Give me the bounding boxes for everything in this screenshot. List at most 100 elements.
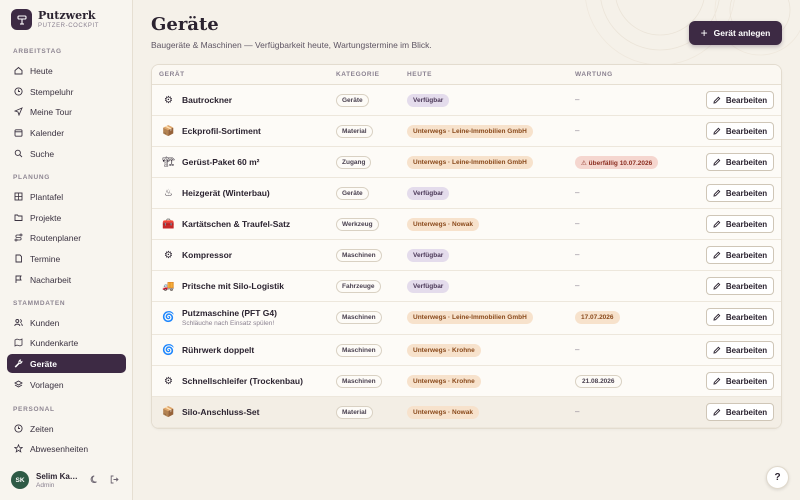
section-label-arbeitstag: ARBEITSTAG bbox=[13, 48, 62, 55]
maintenance-value: – bbox=[575, 126, 580, 135]
edit-button[interactable]: Bearbeiten bbox=[706, 403, 774, 421]
table-row[interactable]: 🧰 Kartätschen & Traufel-Satz Werkzeug Unter… bbox=[152, 209, 781, 240]
devices-table: GERÄT KATEGORIE HEUTE WARTUNG ⚙ Bautrockn… bbox=[151, 64, 782, 429]
sidebar-item-label: Plantafel bbox=[30, 191, 64, 202]
map-icon bbox=[14, 338, 23, 347]
edit-button[interactable]: Bearbeiten bbox=[706, 308, 774, 326]
category-badge: Zugang bbox=[336, 156, 372, 169]
table-row[interactable]: ⚙ Kompressor Maschinen Verfügbar – Bearbeiten bbox=[152, 240, 781, 271]
table-row[interactable]: 🌀 Rührwerk doppelt Maschinen Unterwegs · Kr… bbox=[152, 335, 781, 366]
table-row[interactable]: 🚚 Pritsche mit Silo-Logistik Fahrzeuge Verf… bbox=[152, 271, 781, 302]
main-content: Geräte Baugeräte & Maschinen — Verfügbar… bbox=[133, 0, 800, 500]
table-row[interactable]: 🌀 Putzmaschine (PFT G4) Schläuche nach Ein… bbox=[152, 302, 781, 335]
edit-button[interactable]: Bearbeiten bbox=[706, 341, 774, 359]
brand-name: Putzwerk bbox=[38, 9, 96, 22]
pencil-icon bbox=[713, 220, 721, 228]
dark-mode-toggle[interactable] bbox=[87, 473, 101, 487]
sidebar-item-vorlagen[interactable]: Vorlagen bbox=[7, 375, 126, 394]
sidebar-item-label: Routenplaner bbox=[30, 232, 82, 243]
pencil-icon bbox=[713, 251, 721, 259]
edit-button[interactable]: Bearbeiten bbox=[706, 246, 774, 264]
edit-button[interactable]: Bearbeiten bbox=[706, 215, 774, 233]
table-row[interactable]: 📦 Eckprofil-Sortiment Material Unterwegs · … bbox=[152, 116, 781, 147]
spiral-icon: 🌀 bbox=[162, 345, 175, 356]
column-header-category[interactable]: KATEGORIE bbox=[336, 71, 380, 78]
sidebar-item-kundenkarte[interactable]: Kundenkarte bbox=[7, 333, 126, 352]
plus-icon: + bbox=[700, 26, 708, 40]
box-icon: 📦 bbox=[162, 407, 175, 418]
status-badge: Unterwegs · Leine-Immobilien GmbH bbox=[407, 125, 533, 138]
section-label-planung: PLANUNG bbox=[13, 174, 51, 181]
section-label-personal: PERSONAL bbox=[13, 406, 55, 413]
add-device-button[interactable]: + Gerät anlegen bbox=[689, 21, 782, 45]
category-badge: Material bbox=[336, 406, 373, 419]
edit-button[interactable]: Bearbeiten bbox=[706, 184, 774, 202]
status-badge: Unterwegs · Nowak bbox=[407, 406, 479, 419]
sidebar-item-kunden[interactable]: Kunden bbox=[7, 313, 126, 332]
table-row[interactable]: ⚙ Schnellschleifer (Trockenbau) Maschinen U… bbox=[152, 366, 781, 397]
pencil-icon bbox=[713, 377, 721, 385]
pencil-icon bbox=[713, 313, 721, 321]
sidebar-item-geraete[interactable]: Geräte bbox=[7, 354, 126, 373]
sidebar-item-termine[interactable]: Termine bbox=[7, 249, 126, 268]
sidebar-item-meine-tour[interactable]: Meine Tour bbox=[7, 102, 126, 121]
pencil-icon bbox=[713, 189, 721, 197]
maintenance-value: – bbox=[575, 188, 580, 197]
sidebar-item-label: Kalender bbox=[30, 127, 65, 138]
table-row[interactable]: ⚙ Bautrockner Geräte Verfügbar – Bearbeiten bbox=[152, 85, 781, 116]
category-badge: Material bbox=[336, 125, 373, 138]
sidebar-item-label: Projekte bbox=[30, 212, 62, 223]
sidebar-item-nacharbeit[interactable]: Nacharbeit bbox=[7, 270, 126, 289]
sidebar-item-plantafel[interactable]: Plantafel bbox=[7, 187, 126, 206]
sidebar-item-label: Heute bbox=[30, 65, 53, 76]
edit-button[interactable]: Bearbeiten bbox=[706, 91, 774, 109]
sidebar-item-suche[interactable]: Suche bbox=[7, 144, 126, 163]
logout-button[interactable] bbox=[107, 473, 121, 487]
sidebar-item-label: Stempeluhr bbox=[30, 86, 74, 97]
help-button[interactable]: ? bbox=[766, 466, 789, 489]
avatar[interactable]: SK bbox=[11, 471, 29, 489]
user-menu: SK Selim Ka… Admin bbox=[11, 470, 126, 490]
home-icon bbox=[14, 66, 23, 75]
sidebar-item-heute[interactable]: Heute bbox=[7, 61, 126, 80]
edit-button[interactable]: Bearbeiten bbox=[706, 122, 774, 140]
navigation-icon bbox=[14, 107, 23, 116]
spiral-icon: 🌀 bbox=[162, 312, 175, 323]
maintenance-value: – bbox=[575, 281, 580, 290]
clock-icon bbox=[14, 424, 23, 433]
table-row[interactable]: 🏗 Gerüst-Paket 60 m² Zugang Unterwegs · Lei… bbox=[152, 147, 781, 178]
sidebar-item-kalender[interactable]: Kalender bbox=[7, 123, 126, 142]
status-badge: Unterwegs · Leine-Immobilien GmbH bbox=[407, 156, 533, 169]
maintenance-value: – bbox=[575, 95, 580, 104]
edit-button[interactable]: Bearbeiten bbox=[706, 277, 774, 295]
sidebar-item-label: Zeiten bbox=[30, 423, 54, 434]
edit-button[interactable]: Bearbeiten bbox=[706, 372, 774, 390]
sidebar-item-projekte[interactable]: Projekte bbox=[7, 208, 126, 227]
compressor-icon: ⚙ bbox=[164, 250, 173, 261]
sidebar-item-zeiten[interactable]: Zeiten bbox=[7, 419, 126, 438]
column-header-device[interactable]: GERÄT bbox=[159, 71, 185, 78]
brand[interactable]: Putzwerk PUTZER-COCKPIT bbox=[11, 9, 99, 30]
edit-button-label: Bearbeiten bbox=[725, 345, 768, 355]
device-name: Kartätschen & Traufel-Satz bbox=[182, 219, 291, 229]
sidebar-item-stempeluhr[interactable]: Stempeluhr bbox=[7, 82, 126, 101]
pencil-icon bbox=[713, 127, 721, 135]
sidebar-item-routenplaner[interactable]: Routenplaner bbox=[7, 228, 126, 247]
pencil-icon bbox=[713, 346, 721, 354]
column-header-today[interactable]: HEUTE bbox=[407, 71, 432, 78]
user-name: Selim Ka… bbox=[36, 471, 78, 481]
sidebar: Putzwerk PUTZER-COCKPIT ARBEITSTAG Heute… bbox=[0, 0, 133, 500]
category-badge: Maschinen bbox=[336, 311, 382, 324]
status-badge: Unterwegs · Krohne bbox=[407, 344, 481, 357]
table-row[interactable]: 📦 Silo-Anschluss-Set Material Unterwegs · N… bbox=[152, 397, 781, 428]
edit-button[interactable]: Bearbeiten bbox=[706, 153, 774, 171]
column-header-maintenance[interactable]: WARTUNG bbox=[575, 71, 613, 78]
sidebar-item-abwesenheiten[interactable]: Abwesenheiten bbox=[7, 439, 126, 458]
table-header: GERÄT KATEGORIE HEUTE WARTUNG bbox=[152, 65, 781, 85]
sidebar-item-label: Kundenkarte bbox=[30, 337, 79, 348]
device-name: Rührwerk doppelt bbox=[182, 345, 255, 355]
users-icon bbox=[14, 318, 23, 327]
table-row[interactable]: ♨ Heizgerät (Winterbau) Geräte Verfügbar – Be… bbox=[152, 178, 781, 209]
add-device-label: Gerät anlegen bbox=[713, 28, 771, 38]
device-name: Silo-Anschluss-Set bbox=[182, 407, 260, 417]
